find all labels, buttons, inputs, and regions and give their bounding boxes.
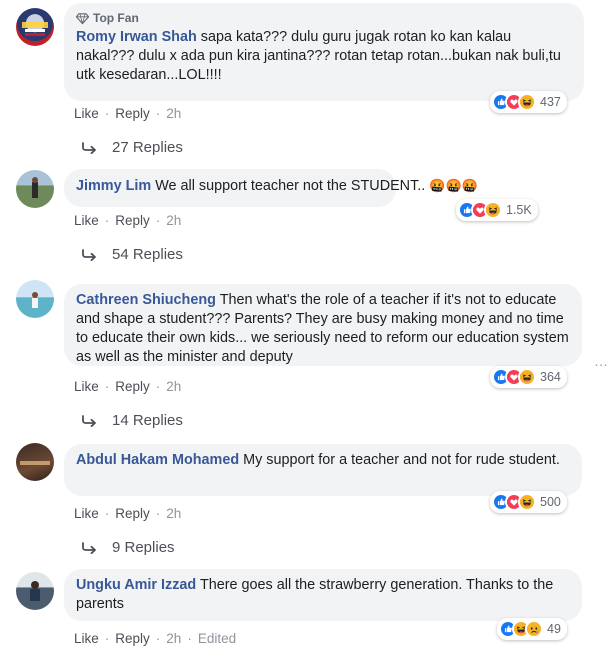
separator-dot: · <box>104 379 110 394</box>
comment-actions: Like · Reply · 2h <box>74 379 181 394</box>
like-button[interactable]: Like <box>74 379 99 394</box>
reply-button[interactable]: Reply <box>115 379 150 394</box>
badge-label: Top Fan <box>93 11 139 25</box>
commenter-name[interactable]: Jimmy Lim <box>76 178 151 194</box>
reactions-summary[interactable]: 500 <box>490 491 567 513</box>
reaction-count: 437 <box>540 95 561 109</box>
comment-text: My support for a teacher and not for rud… <box>243 452 560 468</box>
like-button[interactable]: Like <box>74 506 99 521</box>
separator-dot: · <box>155 379 161 394</box>
comment-timestamp[interactable]: 2h <box>166 379 181 394</box>
reactions-summary[interactable]: 437 <box>490 91 567 113</box>
comment-timestamp[interactable]: 2h <box>166 631 181 646</box>
like-button[interactable]: Like <box>74 106 99 121</box>
avatar-image <box>30 581 40 601</box>
separator-dot: · <box>104 631 110 646</box>
separator-dot: · <box>155 506 161 521</box>
view-replies-link[interactable]: 14 Replies <box>82 412 183 429</box>
separator-dot: · <box>187 631 192 646</box>
comment-bubble: Top Fan Romy Irwan Shah sapa kata??? dul… <box>64 3 584 101</box>
commenter-name[interactable]: Abdul Hakam Mohamed <box>76 452 239 468</box>
avatar[interactable] <box>16 443 54 481</box>
avatar[interactable] <box>16 170 54 208</box>
reactions-summary[interactable]: 49 <box>497 618 567 640</box>
view-replies-link[interactable]: 27 Replies <box>82 139 183 156</box>
edited-label[interactable]: Edited <box>198 631 236 646</box>
comment-timestamp[interactable]: 2h <box>166 106 181 121</box>
comment-bubble: Abdul Hakam Mohamed My support for a tea… <box>64 444 582 496</box>
reply-arrow-icon <box>82 142 98 154</box>
reactions-summary[interactable]: 1.5K <box>456 199 538 221</box>
view-replies-link[interactable]: 9 Replies <box>82 539 175 556</box>
comment-item: Top Fan Romy Irwan Shah sapa kata??? dul… <box>0 0 613 165</box>
comment-bubble: Ungku Amir Izzad There goes all the stra… <box>64 569 582 621</box>
separator-dot: · <box>104 106 110 121</box>
comment-timestamp[interactable]: 2h <box>166 506 181 521</box>
avatar-image <box>22 22 48 36</box>
haha-reaction-icon <box>484 201 502 219</box>
reaction-count: 500 <box>540 495 561 509</box>
avatar[interactable] <box>16 8 54 46</box>
comment-timestamp[interactable]: 2h <box>166 213 181 228</box>
comment-actions: Like · Reply · 2h · Edited <box>74 631 236 646</box>
sad-reaction-icon <box>525 620 543 638</box>
avatar-image <box>20 461 50 465</box>
separator-dot: · <box>104 506 110 521</box>
separator-dot: · <box>104 213 110 228</box>
commenter-name[interactable]: Cathreen Shiucheng <box>76 292 216 308</box>
reply-button[interactable]: Reply <box>115 213 150 228</box>
like-button[interactable]: Like <box>74 213 99 228</box>
avatar[interactable] <box>16 280 54 318</box>
reactions-summary[interactable]: 364 <box>490 366 567 388</box>
avatar-image <box>32 177 38 198</box>
comment-actions: Like · Reply · 2h <box>74 106 181 121</box>
view-replies-link[interactable]: 54 Replies <box>82 246 183 263</box>
top-fan-badge[interactable]: Top Fan <box>76 10 572 26</box>
replies-count: 54 Replies <box>112 246 183 263</box>
comment-bubble: Cathreen Shiucheng Then what's the role … <box>64 284 582 366</box>
more-options-icon[interactable]: … <box>594 353 609 369</box>
commenter-name[interactable]: Ungku Amir Izzad <box>76 577 196 593</box>
comment-item: Ungku Amir Izzad There goes all the stra… <box>0 564 613 659</box>
comment-actions: Like · Reply · 2h <box>74 506 181 521</box>
replies-count: 9 Replies <box>112 539 175 556</box>
comment-item: Abdul Hakam Mohamed My support for a tea… <box>0 436 613 564</box>
commenter-name[interactable]: Romy Irwan Shah <box>76 29 197 45</box>
replies-count: 27 Replies <box>112 139 183 156</box>
reply-arrow-icon <box>82 542 98 554</box>
reply-button[interactable]: Reply <box>115 506 150 521</box>
separator-dot: · <box>155 106 161 121</box>
comment-actions: Like · Reply · 2h <box>74 213 181 228</box>
comment-text: We all support teacher not the STUDENT.. <box>155 178 426 194</box>
haha-reaction-icon <box>518 368 536 386</box>
separator-dot: · <box>155 213 161 228</box>
haha-reaction-icon <box>518 93 536 111</box>
like-button[interactable]: Like <box>74 631 99 646</box>
avatar[interactable] <box>16 572 54 610</box>
reply-button[interactable]: Reply <box>115 106 150 121</box>
avatar-image <box>32 292 38 308</box>
reaction-count: 1.5K <box>506 203 532 217</box>
comment-text-block: Romy Irwan Shah sapa kata??? dulu guru j… <box>76 28 572 85</box>
diamond-icon <box>76 12 89 25</box>
reply-button[interactable]: Reply <box>115 631 150 646</box>
comment-item: Cathreen Shiucheng Then what's the role … <box>0 271 613 436</box>
reaction-count: 49 <box>547 622 561 636</box>
angry-emoji-icon: 🤬🤬🤬 <box>429 178 478 193</box>
reaction-count: 364 <box>540 370 561 384</box>
reply-arrow-icon <box>82 415 98 427</box>
separator-dot: · <box>155 631 161 646</box>
comment-item: Jimmy Lim We all support teacher not the… <box>0 165 613 271</box>
reply-arrow-icon <box>82 249 98 261</box>
haha-reaction-icon <box>518 493 536 511</box>
comment-bubble: Jimmy Lim We all support teacher not the… <box>64 169 478 207</box>
replies-count: 14 Replies <box>112 412 183 429</box>
